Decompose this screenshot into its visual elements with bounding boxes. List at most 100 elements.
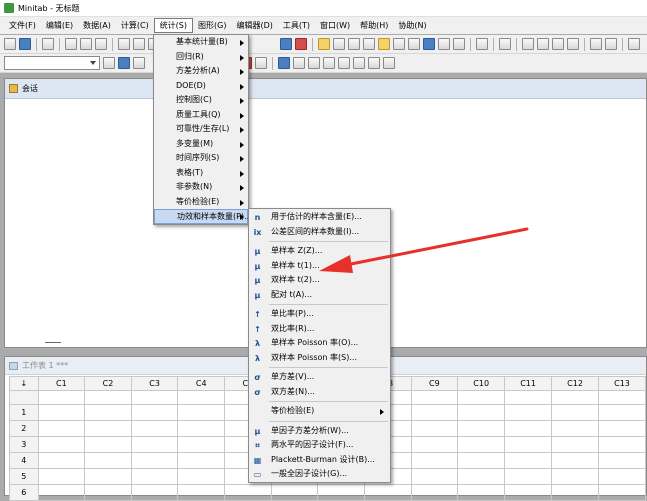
worksheet-cell[interactable] — [598, 468, 646, 485]
column-header[interactable]: C1 — [37, 376, 86, 391]
copy-icon[interactable] — [80, 38, 92, 50]
menu-item[interactable]: 工具(T) — [278, 18, 315, 33]
column-header[interactable]: C11 — [504, 376, 553, 391]
worksheet-cell[interactable] — [551, 420, 600, 437]
redo-icon[interactable] — [133, 38, 145, 50]
data-entry-direction-arrow[interactable]: ↓ — [9, 376, 39, 391]
stats-menu-item[interactable]: 基本统计量(B) — [154, 35, 248, 50]
worksheet-cell[interactable] — [84, 404, 132, 421]
column-name-cell[interactable] — [457, 390, 506, 405]
worksheet-cell[interactable] — [551, 452, 600, 469]
brush-icon[interactable] — [590, 38, 602, 50]
power-menu-item[interactable]: μ 单因子方差分析(W)... — [249, 424, 390, 439]
help-icon[interactable] — [280, 38, 292, 50]
menu-item[interactable]: 文件(F) — [4, 18, 41, 33]
worksheet-cell[interactable] — [177, 404, 226, 421]
column-name-cell[interactable] — [37, 390, 86, 405]
column-header[interactable]: C12 — [551, 376, 600, 391]
row-header[interactable]: 1 — [9, 404, 39, 421]
column-header[interactable]: C13 — [598, 376, 646, 391]
menu-item[interactable]: 统计(S) — [153, 18, 194, 33]
worksheet-cell[interactable] — [457, 436, 506, 453]
worksheet-cell[interactable] — [410, 468, 459, 485]
stats-menu-item[interactable]: 回归(R) — [154, 50, 248, 65]
layout-icon[interactable] — [476, 38, 488, 50]
worksheet-cell[interactable] — [177, 420, 226, 437]
annotation-icon[interactable] — [628, 38, 640, 50]
worksheet-cell[interactable] — [37, 468, 86, 485]
paste-icon[interactable] — [95, 38, 107, 50]
history-icon[interactable] — [378, 38, 390, 50]
stats-menu-item[interactable]: 表格(T) — [154, 166, 248, 181]
worksheet-cell[interactable] — [84, 436, 132, 453]
power-menu-item[interactable]: ▦ Plackett-Burman 设计(B)... — [249, 453, 390, 468]
worksheet-cell[interactable] — [598, 436, 646, 453]
worksheet-cell[interactable] — [598, 404, 646, 421]
stats-menu-item[interactable]: 多变量(M) — [154, 137, 248, 152]
worksheet-cell[interactable] — [598, 484, 646, 501]
select-tool-icon[interactable] — [278, 57, 290, 69]
stats-menu-item[interactable]: DOE(D) — [154, 79, 248, 94]
power-menu-item[interactable]: μ 单样本 Z(Z)... — [249, 244, 390, 259]
worksheet-cell[interactable] — [177, 484, 226, 501]
row-header[interactable]: 4 — [9, 452, 39, 469]
worksheet-cell[interactable] — [130, 420, 179, 437]
power-menu-item[interactable]: μ 配对 t(A)... — [249, 288, 390, 303]
polygon-tool-icon[interactable] — [368, 57, 380, 69]
menu-item[interactable]: 协助(N) — [393, 18, 431, 33]
project-manager-icon[interactable] — [423, 38, 435, 50]
stats-menu-item[interactable]: 时间序列(S) — [154, 151, 248, 166]
columns-icon[interactable] — [438, 38, 450, 50]
worksheet-cell[interactable] — [84, 452, 132, 469]
worksheet-cell[interactable] — [130, 404, 179, 421]
worksheet-cell[interactable] — [130, 484, 179, 501]
new-icon[interactable] — [4, 38, 16, 50]
column-name-cell[interactable] — [504, 390, 553, 405]
worksheet-cell[interactable] — [130, 468, 179, 485]
menu-item[interactable]: 计算(C) — [116, 18, 154, 33]
menu-item[interactable]: 编辑器(D) — [231, 18, 277, 33]
stats-menu-item[interactable]: 方差分析(A) — [154, 64, 248, 79]
menu-item[interactable]: 帮助(H) — [355, 18, 393, 33]
worksheet-cell[interactable] — [177, 468, 226, 485]
worksheet-cell[interactable] — [504, 468, 553, 485]
save-icon[interactable] — [19, 38, 31, 50]
marker-tool-icon[interactable] — [353, 57, 365, 69]
column-name-cell[interactable] — [551, 390, 600, 405]
power-menu-item[interactable]: ⅸ 公差区间的样本数量(I)... — [249, 225, 390, 240]
worksheet-cell[interactable] — [457, 484, 506, 501]
column-header[interactable]: C10 — [457, 376, 506, 391]
worksheet-cell[interactable] — [504, 420, 553, 437]
worksheet-cell[interactable] — [504, 404, 553, 421]
power-menu-item[interactable]: λ 单样本 Poisson 率(O)... — [249, 336, 390, 351]
menu-item[interactable]: 图形(G) — [193, 18, 231, 33]
column-header[interactable]: C3 — [130, 376, 179, 391]
stats-menu-item[interactable]: 控制图(C) — [154, 93, 248, 108]
worksheet-cell[interactable] — [224, 484, 272, 501]
worksheet-cell[interactable] — [317, 484, 365, 501]
column-header[interactable]: C2 — [84, 376, 132, 391]
menu-item[interactable]: 窗口(W) — [315, 18, 355, 33]
pointer-icon[interactable] — [103, 57, 115, 69]
stats-menu-item[interactable]: 功效和样本数量(P)... — [154, 209, 252, 224]
worksheet-cell[interactable] — [410, 420, 459, 437]
worksheet-cell[interactable] — [37, 436, 86, 453]
worksheet-cell[interactable] — [457, 468, 506, 485]
power-menu-item[interactable]: ↑ 单比率(P)... — [249, 307, 390, 322]
power-menu-item[interactable]: μ 双样本 t(2)... — [249, 273, 390, 288]
select-graph-icon[interactable] — [118, 57, 130, 69]
row-header[interactable]: 3 — [9, 436, 39, 453]
column-name-cell[interactable] — [410, 390, 459, 405]
zoom-icon[interactable] — [255, 57, 267, 69]
insert-columns-icon[interactable] — [552, 38, 564, 50]
power-menu-item[interactable]: σ 双方差(N)... — [249, 385, 390, 400]
rows-icon[interactable] — [453, 38, 465, 50]
edit-graph-icon[interactable] — [133, 57, 145, 69]
rectangle-tool-icon[interactable] — [308, 57, 320, 69]
report-icon[interactable] — [393, 38, 405, 50]
worksheet-cell[interactable] — [504, 436, 553, 453]
ellipse-tool-icon[interactable] — [323, 57, 335, 69]
worksheet-cell[interactable] — [551, 484, 600, 501]
graph-selector-dropdown[interactable] — [4, 56, 100, 70]
print-icon[interactable] — [42, 38, 54, 50]
